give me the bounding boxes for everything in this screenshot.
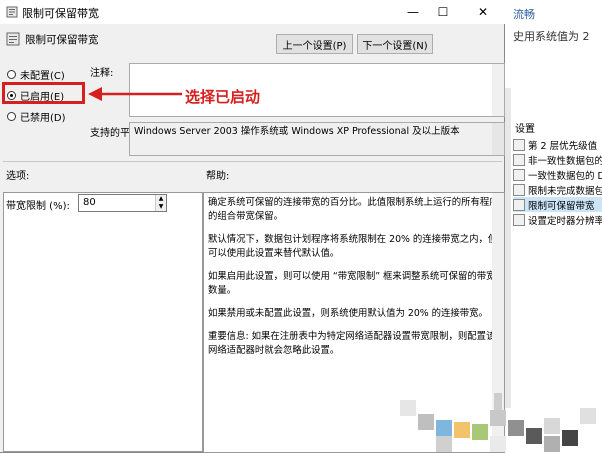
minimize-button[interactable]: — [400,3,426,21]
policy-icon [513,213,525,226]
background-top-text: 流畅 [513,8,535,21]
watermark-mosaic [400,400,602,453]
options-label: 选项: [6,171,30,182]
background-description-text: 史用系统值为 2 [513,30,590,43]
options-panel [3,192,203,452]
help-paragraph: 如果启用此设置，则可以使用 “带宽限制” 框来调整系统可保留的带宽数量。 [208,271,496,296]
help-paragraph: 重要信息: 如果在注册表中为特定网络适配器设置带宽限制，则配置该网络适配器时就会… [208,331,496,356]
bandwidth-limit-input[interactable]: 80 [78,194,167,212]
background-editor-window: 流畅 史用系统值为 2 设置 第 2 层优先级值 非一致性数据包的 一致性数据包… [501,0,602,453]
policy-icon [513,183,525,196]
policy-dialog: 限制可保留带宽 — ☐ ✕ 限制可保留带宽 上一个设置(P) 下一个设置(N) … [0,0,505,453]
platform-scrollbar[interactable] [492,123,504,155]
comment-label: 注释: [90,68,114,79]
background-section-header: 设置 [515,124,535,135]
bandwidth-spinner[interactable]: ▲ ▼ [155,195,166,211]
help-label: 帮助: [206,171,230,182]
policy-icon [513,138,525,151]
supported-platform-value: Windows Server 2003 操作系统或 Windows XP Pro… [129,122,505,156]
background-list-item[interactable]: 第 2 层优先级值 [513,137,602,152]
next-setting-button[interactable]: 下一个设置(N) [357,34,433,54]
previous-setting-button[interactable]: 上一个设置(P) [276,34,353,54]
spin-up-icon[interactable]: ▲ [155,195,166,203]
title-bar[interactable]: 限制可保留带宽 — ☐ ✕ [0,0,505,24]
policy-icon [513,168,525,181]
help-paragraph: 确定系统可保留的连接带宽的百分比。此值限制系统上运行的所有程序的组合带宽保留。 [208,197,499,222]
radio-circle[interactable] [7,112,16,121]
comment-scrollbar[interactable] [492,64,504,116]
policy-icon [513,198,525,211]
background-list-item-selected[interactable]: 限制可保留带宽 [513,197,602,212]
radio-circle[interactable] [7,70,16,79]
policy-icon [513,153,525,166]
radio-disabled[interactable]: 已禁用(D) [7,109,66,124]
policy-settings-icon [6,32,20,46]
background-list-item[interactable]: 非一致性数据包的 [513,152,602,167]
help-paragraph: 默认情况下，数据包计划程序将系统限制在 20% 的连接带宽之内，但可以使用此设置… [208,234,498,259]
radio-not-configured[interactable]: 未配置(C) [7,67,65,82]
close-button[interactable]: ✕ [470,3,496,21]
annotation-text: 选择已启动 [185,88,261,106]
annotation-arrow-icon [88,87,182,101]
spin-down-icon[interactable]: ▼ [155,203,166,211]
divider [3,161,502,162]
maximize-button[interactable]: ☐ [430,3,456,21]
annotation-highlight-box [2,82,85,104]
background-list-item[interactable]: 限制未完成数据包 [513,182,602,197]
policy-name-heading: 限制可保留带宽 [25,34,99,46]
window-title: 限制可保留带宽 [22,7,99,20]
bandwidth-limit-label: 带宽限制 (%): [6,201,70,212]
background-list-item[interactable]: 一致性数据包的 D [513,167,602,182]
help-paragraph: 如果禁用或未配置此设置，则系统使用默认值为 20% 的连接带宽。 [208,308,488,319]
policy-settings-icon [6,6,18,18]
background-list-item[interactable]: 设置定时器分辨率 [513,212,602,227]
